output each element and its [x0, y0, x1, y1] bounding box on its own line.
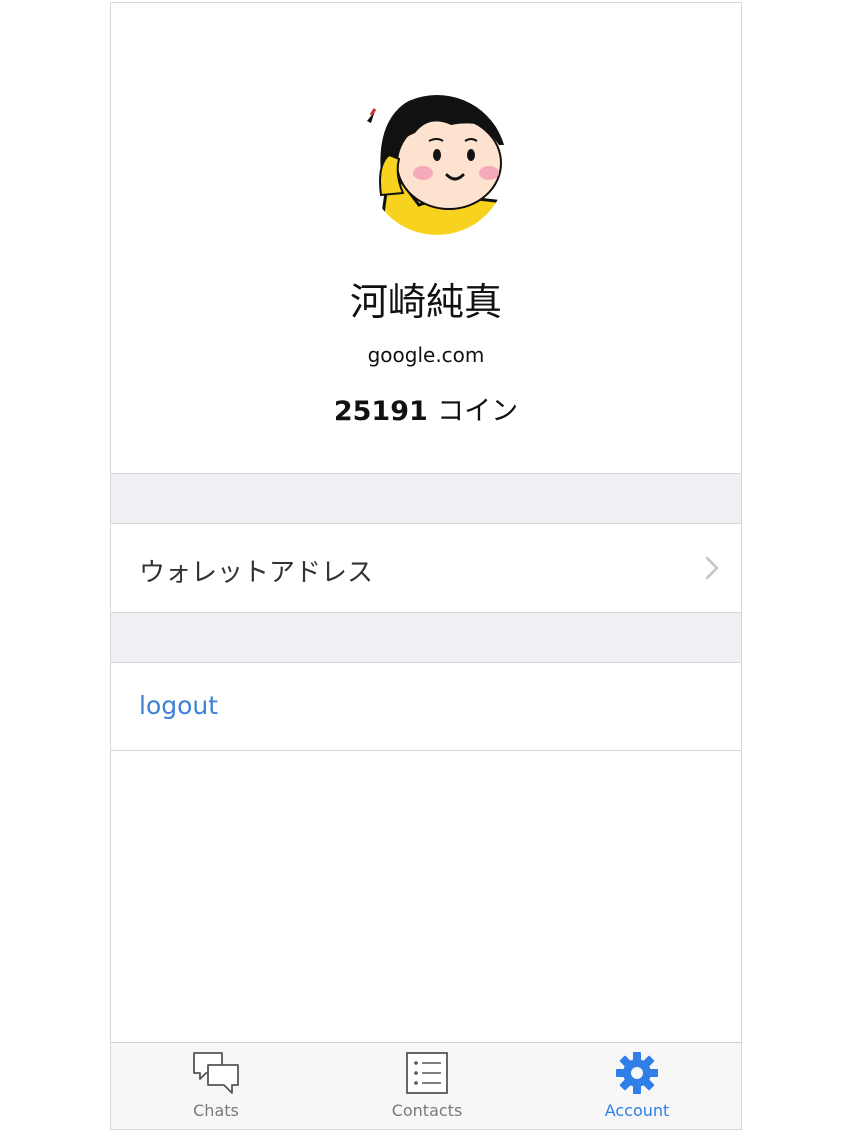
- section-separator: [111, 612, 741, 663]
- tab-chats[interactable]: Chats: [111, 1043, 321, 1129]
- coin-balance-value: 25191: [333, 396, 428, 427]
- tab-chats-label: Chats: [193, 1101, 239, 1120]
- tab-bar: Chats Contacts Account: [111, 1042, 741, 1129]
- logout-button[interactable]: logout: [139, 691, 218, 720]
- wallet-address-label: ウォレットアドレス: [139, 558, 374, 588]
- profile-name: 河崎純真: [349, 280, 502, 324]
- profile-domain: google.com: [367, 343, 485, 367]
- logout-row[interactable]: logout: [111, 663, 741, 751]
- gear-icon: [616, 1052, 658, 1094]
- avatar[interactable]: [359, 85, 509, 243]
- tab-contacts-label: Contacts: [391, 1101, 463, 1120]
- section-separator: [111, 473, 741, 524]
- chevron-right-icon: [705, 556, 719, 580]
- coin-balance: 25191 コイン: [111, 389, 741, 428]
- wallet-address-row[interactable]: ウォレットアドレス: [111, 524, 741, 612]
- coin-balance-unit: コイン: [437, 396, 519, 427]
- chat-bubbles-icon: [193, 1052, 239, 1094]
- tab-account[interactable]: Account: [532, 1043, 741, 1129]
- contacts-list-icon: [406, 1052, 448, 1094]
- divider: [111, 750, 741, 751]
- tab-contacts[interactable]: Contacts: [322, 1043, 532, 1129]
- app-screen: 河崎純真 google.com 25191 コイン ウォレットアドレス logo…: [110, 2, 742, 1130]
- tab-account-label: Account: [604, 1101, 670, 1120]
- profile-header: 河崎純真 google.com 25191 コイン: [111, 3, 741, 473]
